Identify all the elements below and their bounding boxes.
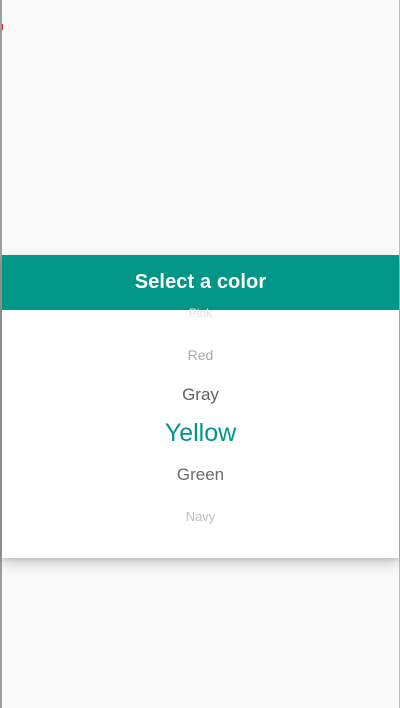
app-screen: { "dialog": { "title": "Select a color",…	[0, 0, 400, 708]
color-option-gray[interactable]: Gray	[2, 384, 399, 406]
color-option-yellow-selected[interactable]: Yellow	[2, 418, 399, 448]
dialog-header: Select a color	[2, 255, 399, 310]
dialog-title: Select a color	[134, 271, 267, 293]
color-picker-dialog: Select a color Pink Red Gray Yellow Gree…	[2, 255, 399, 558]
color-option-navy[interactable]: Navy	[2, 508, 399, 525]
color-wheel-picker[interactable]: Pink Red Gray Yellow Green Navy	[2, 306, 399, 558]
color-option-red[interactable]: Red	[2, 346, 399, 364]
color-option-pink[interactable]: Pink	[2, 305, 399, 321]
color-option-green[interactable]: Green	[2, 464, 399, 486]
edge-marker	[0, 24, 3, 30]
